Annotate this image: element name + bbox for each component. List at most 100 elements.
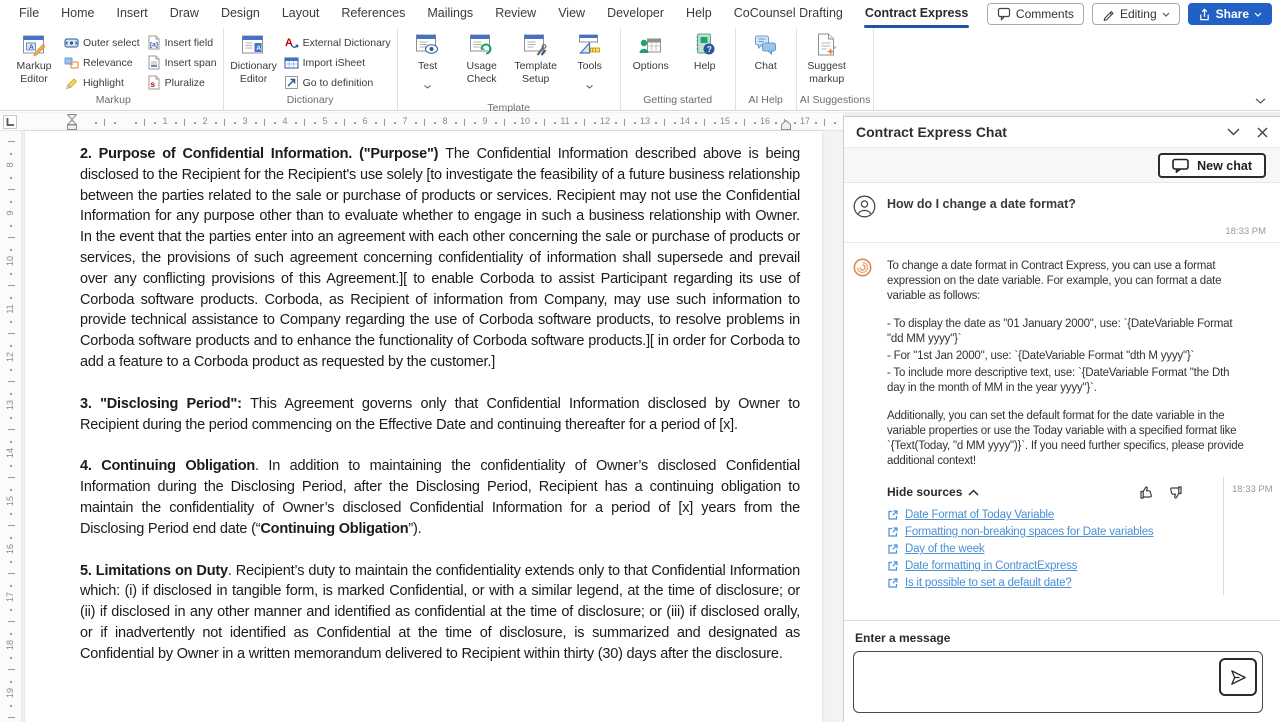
workspace: 1234567891011121314151617 89101112131415…: [0, 112, 1280, 722]
chat-panel-title: Contract Express Chat: [856, 124, 1007, 140]
comments-button[interactable]: Comments: [987, 3, 1084, 25]
share-button[interactable]: Share: [1188, 3, 1272, 25]
chat-toolbar: New chat: [844, 148, 1280, 183]
usage-check-button[interactable]: Usage Check: [455, 31, 509, 85]
indent-marker-right[interactable]: [781, 120, 791, 130]
menu-tab-contract-express[interactable]: Contract Express: [854, 0, 980, 28]
assistant-paragraph: Additionally, you can set the default fo…: [887, 409, 1245, 469]
menu-tab-review[interactable]: Review: [484, 0, 547, 28]
contract-express-chat-panel: Contract Express Chat: [843, 116, 1280, 722]
svg-text:A: A: [256, 45, 261, 52]
source-link[interactable]: Is it possible to set a default date?: [905, 577, 1072, 589]
ruler-number: 9: [5, 205, 15, 221]
thumbs-up-icon[interactable]: [1139, 485, 1155, 500]
ruler-number: 1: [157, 116, 173, 126]
test-button[interactable]: Test: [401, 31, 455, 102]
menu-tab-mailings[interactable]: Mailings: [416, 0, 484, 28]
source-link[interactable]: Day of the week: [905, 543, 984, 555]
source-row: Formatting non-breaking spaces for Date …: [887, 526, 1245, 538]
suggest-markup-button[interactable]: Suggest markup: [800, 31, 854, 85]
message-input[interactable]: [853, 651, 1263, 713]
outer-select-icon: [64, 35, 79, 50]
close-icon[interactable]: [1257, 127, 1268, 138]
outer-select-button[interactable]: Outer select: [64, 34, 140, 51]
send-button[interactable]: [1219, 658, 1257, 696]
source-link[interactable]: Formatting non-breaking spaces for Date …: [905, 526, 1153, 538]
hide-sources-label: Hide sources: [887, 485, 962, 499]
application-window: FileHomeInsertDrawDesignLayoutReferences…: [0, 0, 1280, 722]
ribbon-group-dictionary: A Dictionary Editor A: [224, 28, 398, 110]
user-avatar-icon: [853, 195, 876, 218]
thumbs-down-icon[interactable]: [1167, 485, 1183, 500]
external-dictionary-button[interactable]: A External Dictionary: [284, 34, 391, 51]
go-to-definition-button[interactable]: Go to definition: [284, 74, 391, 91]
markup-editor-icon: A: [20, 32, 48, 58]
chat-message-list: How do I change a date format? 18:33 PM …: [844, 183, 1280, 620]
svg-text:A: A: [29, 44, 34, 51]
menu-tab-insert[interactable]: Insert: [106, 0, 159, 28]
ruler-number: 11: [5, 301, 15, 317]
menu-tab-home[interactable]: Home: [50, 0, 105, 28]
menu-tab-view[interactable]: View: [547, 0, 596, 28]
insert-field-button[interactable]: [a] Insert field: [146, 34, 217, 51]
tab-selector[interactable]: [3, 115, 17, 129]
hide-sources-toggle[interactable]: Hide sources: [887, 485, 979, 499]
chat-bubble-icon: [1172, 158, 1189, 173]
insert-span-button[interactable]: Insert span: [146, 54, 217, 71]
tools-icon: [576, 32, 604, 58]
menu-tab-references[interactable]: References: [330, 0, 416, 28]
horizontal-ruler: 1234567891011121314151617: [0, 113, 843, 131]
menu-tab-help[interactable]: Help: [675, 0, 723, 28]
menu-tab-layout[interactable]: Layout: [271, 0, 331, 28]
highlight-button[interactable]: Highlight: [64, 74, 140, 91]
indent-marker-left[interactable]: [67, 114, 77, 130]
chevron-down-icon[interactable]: [1227, 128, 1240, 136]
dictionary-editor-button[interactable]: A Dictionary Editor: [227, 31, 281, 85]
menubar: FileHomeInsertDrawDesignLayoutReferences…: [0, 0, 1280, 28]
ruler-number: 18: [5, 637, 15, 653]
document-paragraph: 2. Purpose of Confidential Information. …: [80, 144, 800, 373]
new-chat-button[interactable]: New chat: [1158, 153, 1266, 178]
ruler-number: 13: [5, 397, 15, 413]
external-link-icon: [887, 526, 899, 538]
source-link[interactable]: Date formatting in ContractExpress: [905, 560, 1077, 572]
template-setup-button[interactable]: Template Setup: [509, 31, 563, 85]
import-isheet-button[interactable]: Import iSheet: [284, 54, 391, 71]
help-button[interactable]: ? Help: [678, 31, 732, 73]
options-button[interactable]: Options: [624, 31, 678, 73]
share-icon: [1198, 8, 1211, 21]
svg-text:[a]: [a]: [150, 42, 158, 49]
collapse-ribbon-icon[interactable]: [1255, 98, 1266, 104]
timestamp-divider: [1223, 477, 1224, 595]
chat-button[interactable]: Chat: [739, 31, 793, 73]
external-link-icon: [887, 509, 899, 521]
pluralize-button[interactable]: s Pluralize: [146, 74, 217, 91]
ribbon: A Markup Editor: [0, 28, 1280, 111]
relevance-button[interactable]: Relevance: [64, 54, 140, 71]
menu-tab-file[interactable]: File: [8, 0, 50, 28]
menu-tab-design[interactable]: Design: [210, 0, 271, 28]
chat-input-area: Enter a message: [844, 620, 1280, 722]
document-paragraph: 3. "Disclosing Period": This Agreement g…: [80, 394, 800, 436]
editing-mode-button[interactable]: Editing: [1092, 3, 1180, 25]
assistant-message: To change a date format in Contract Expr…: [844, 243, 1280, 589]
ruler-number: 17: [5, 589, 15, 605]
svg-text:?: ?: [707, 45, 712, 54]
tools-button[interactable]: Tools: [563, 31, 617, 102]
menu-tab-developer[interactable]: Developer: [596, 0, 675, 28]
markup-editor-button[interactable]: A Markup Editor: [7, 31, 61, 85]
document-page[interactable]: 2. Purpose of Confidential Information. …: [25, 131, 822, 722]
assistant-message-footer: Hide sources: [887, 482, 1245, 502]
message-input-label: Enter a message: [855, 631, 950, 645]
share-label: Share: [1216, 7, 1249, 21]
source-link[interactable]: Date Format of Today Variable: [905, 509, 1054, 521]
ruler-number: 15: [5, 493, 15, 509]
menu-tab-cocounsel-drafting[interactable]: CoCounsel Drafting: [723, 0, 854, 28]
assistant-avatar-icon: [853, 258, 872, 277]
suggest-markup-icon: [813, 32, 841, 58]
menu-tab-draw[interactable]: Draw: [159, 0, 210, 28]
relevance-icon: [64, 55, 79, 70]
chevron-down-icon: [576, 74, 604, 100]
ruler-number: 13: [637, 116, 653, 126]
source-row: Date formatting in ContractExpress: [887, 560, 1245, 572]
